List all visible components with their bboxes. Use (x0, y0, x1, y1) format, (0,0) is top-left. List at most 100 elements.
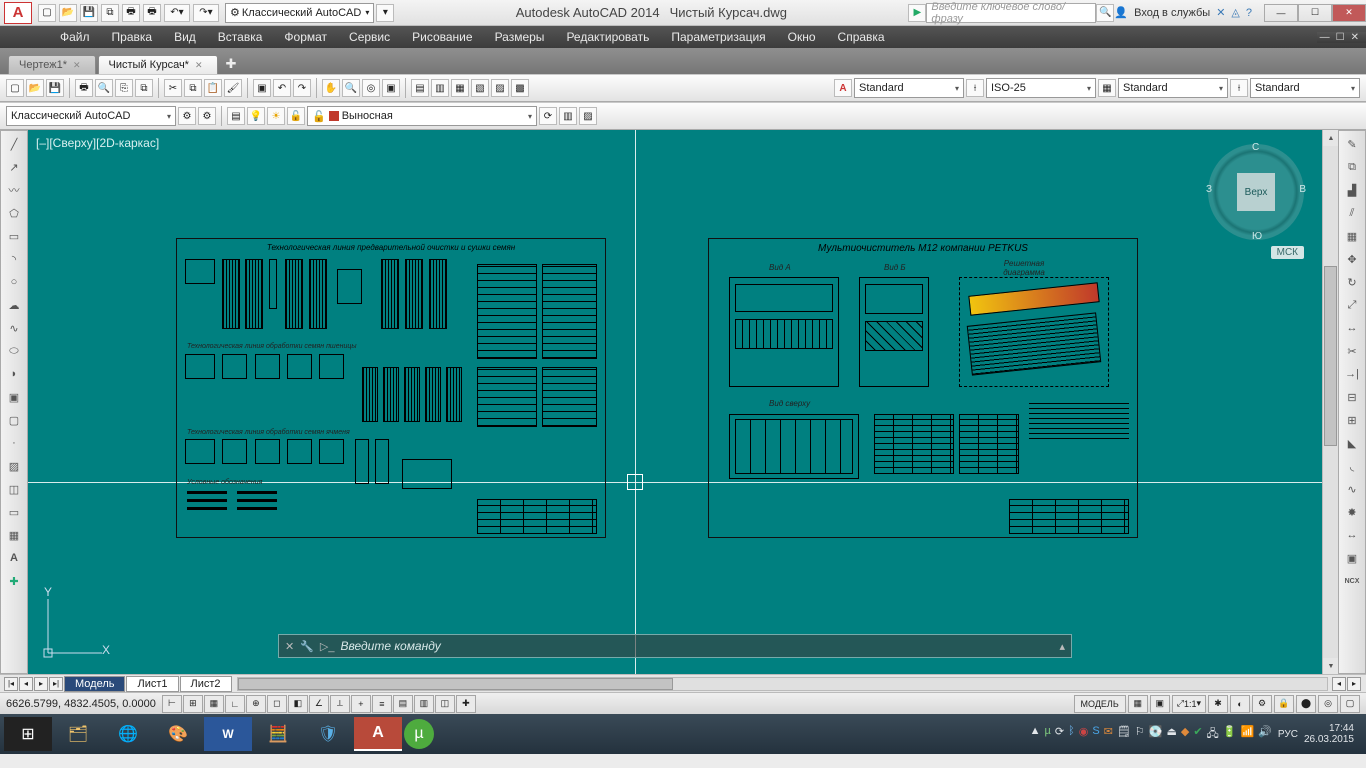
tray-action-icon[interactable]: ⚐ (1135, 725, 1145, 744)
tray-skype-icon[interactable]: S (1092, 725, 1099, 744)
dyn-icon[interactable]: + (351, 695, 371, 713)
polar-icon[interactable]: ⊕ (246, 695, 266, 713)
layer-on-icon[interactable]: 💡 (247, 107, 265, 125)
start-button[interactable]: ⊞ (4, 717, 52, 751)
tray-up-icon[interactable]: ▲ (1030, 725, 1041, 744)
workspace-dropdown-2[interactable]: Классический AutoCAD▾ (6, 106, 176, 126)
hscroll-left[interactable]: ◂ (1332, 677, 1346, 691)
search-go-icon[interactable]: 🔍 (1096, 4, 1114, 22)
menu-modify[interactable]: Редактировать (556, 28, 659, 46)
zoom-icon[interactable]: 🔍 (342, 79, 360, 97)
tpy-icon[interactable]: ▤ (393, 695, 413, 713)
qat-redo-icon[interactable]: ↷▾ (193, 4, 219, 22)
ellipse-arc-icon[interactable]: ◗ (3, 363, 25, 385)
layer-dropdown[interactable]: 🔓 Выносная ▾ (307, 106, 537, 126)
layer-state-icon[interactable]: ⟳ (539, 107, 557, 125)
undo-icon[interactable]: ↶ (273, 79, 291, 97)
layout2-tab[interactable]: Лист2 (180, 676, 232, 692)
close-icon[interactable]: ✕ (195, 60, 203, 71)
tray-net-icon[interactable]: 🖧 (1207, 725, 1219, 744)
menu-window[interactable]: Окно (778, 28, 826, 46)
block-editor-icon[interactable]: ▣ (253, 79, 271, 97)
tray-av-icon[interactable]: ◉ (1079, 725, 1089, 744)
menu-parametric[interactable]: Параметризация (661, 28, 775, 46)
showmotion-icon[interactable]: ▣ (382, 79, 400, 97)
properties-icon[interactable]: ▤ (411, 79, 429, 97)
sheetset-icon[interactable]: ▥ (431, 79, 449, 97)
blend-icon[interactable]: ∿ (1341, 478, 1363, 500)
mirror-icon[interactable]: ▟ (1341, 179, 1363, 201)
ws-settings-icon-2[interactable]: ⚙ (198, 107, 216, 125)
rectangle-icon[interactable]: ▭ (3, 225, 25, 247)
trim-icon[interactable]: ✂ (1341, 340, 1363, 362)
menu-tools[interactable]: Сервис (339, 28, 400, 46)
scroll-thumb[interactable] (1324, 266, 1337, 446)
otrack-icon[interactable]: ∠ (309, 695, 329, 713)
ducs-icon[interactable]: ⟂ (330, 695, 350, 713)
close-icon[interactable]: ✕ (73, 60, 81, 71)
ellipse-icon[interactable]: ⬭ (3, 340, 25, 362)
tab-last[interactable]: ▸| (49, 677, 63, 691)
close-button[interactable]: ✕ (1332, 4, 1366, 22)
3ddwf-icon[interactable]: ⧉ (135, 79, 153, 97)
grid-icon[interactable]: ▦ (204, 695, 224, 713)
qat-saveas-icon[interactable]: ⧉ (101, 4, 119, 22)
search-input[interactable]: Введите ключевое слово/фразу (926, 3, 1096, 23)
viewcube-s[interactable]: Ю (1252, 231, 1262, 242)
tray-ut-icon[interactable]: µ (1045, 725, 1051, 744)
scroll-down-icon[interactable]: ▼ (1323, 658, 1339, 674)
doc-tab-2[interactable]: Чистый Курсач* ✕ (98, 55, 218, 74)
coords[interactable]: 6626.5799, 4832.4505, 0.0000 (6, 698, 156, 710)
multileader-style-dropdown[interactable]: Standard▾ (1250, 78, 1360, 98)
lwt-icon[interactable]: ≡ (372, 695, 392, 713)
isolate-icon[interactable]: ◎ (1318, 695, 1338, 713)
explorer-icon[interactable]: 🗂 (54, 717, 102, 751)
mdi-min[interactable]: — (1317, 32, 1333, 43)
new-icon[interactable]: ▢ (6, 79, 24, 97)
join-icon[interactable]: ⊞ (1341, 409, 1363, 431)
tray-disk-icon[interactable]: 💽 (1149, 725, 1163, 744)
mdi-restore[interactable]: ☐ (1333, 32, 1348, 43)
mtext-icon[interactable]: A (3, 547, 25, 569)
tablestyle-icon[interactable]: ▦ (1098, 79, 1116, 97)
qat-open-icon[interactable]: 📂 (59, 4, 77, 22)
copy-obj-icon[interactable]: ⧉ (1341, 156, 1363, 178)
ncopy-icon[interactable]: NCX (1341, 570, 1363, 592)
spline-icon[interactable]: ∿ (3, 317, 25, 339)
workspace-dropdown[interactable]: ⚙ Классический AutoCAD ▾ (225, 3, 374, 23)
tray-gpu-icon[interactable]: ◆ (1181, 725, 1189, 744)
layer-prop-icon[interactable]: ▤ (227, 107, 245, 125)
minimize-button[interactable]: — (1264, 4, 1298, 22)
annoauto-icon[interactable]: ✱ (1208, 695, 1228, 713)
viewcube[interactable]: Верх С Ю З В (1208, 144, 1304, 240)
new-tab-button[interactable]: ✚ (220, 54, 243, 74)
open-icon[interactable]: 📂 (26, 79, 44, 97)
break-icon[interactable]: ⊟ (1341, 386, 1363, 408)
calc-icon[interactable]: 🧮 (254, 717, 302, 751)
autocad-task-icon[interactable]: A (354, 717, 402, 751)
markup-icon[interactable]: ▨ (491, 79, 509, 97)
make-block-icon[interactable]: ▢ (3, 409, 25, 431)
tray-update-icon[interactable]: ⟳ (1055, 725, 1064, 744)
tray-eject-icon[interactable]: ⏏ (1166, 725, 1176, 744)
paint-icon[interactable]: 🎨 (154, 717, 202, 751)
plot-icon[interactable]: 🖶 (75, 79, 93, 97)
clean-screen-icon[interactable]: ▢ (1340, 695, 1360, 713)
sc-icon[interactable]: ◫ (435, 695, 455, 713)
tray-sec-icon[interactable]: ✔ (1193, 725, 1202, 744)
ortho-icon[interactable]: ∟ (225, 695, 245, 713)
hardware-accel-icon[interactable]: ⬤ (1296, 695, 1316, 713)
qat-more-icon[interactable]: ▾ (376, 4, 394, 22)
tab-prev[interactable]: ◂ (19, 677, 33, 691)
calc-icon[interactable]: ▧ (471, 79, 489, 97)
explode-icon[interactable]: ✸ (1341, 501, 1363, 523)
menu-edit[interactable]: Правка (102, 28, 163, 46)
addselect-icon[interactable]: ✚ (3, 570, 25, 592)
layer-freeze-icon[interactable]: ☀ (267, 107, 285, 125)
area-icon[interactable]: ▣ (1341, 547, 1363, 569)
tray-mail-icon[interactable]: ✉ (1104, 725, 1113, 744)
user-icon[interactable]: 👤 (1114, 6, 1128, 19)
help-icon[interactable]: ? (1246, 7, 1252, 19)
pline-icon[interactable]: 〰 (3, 179, 25, 201)
toolpalettes-icon[interactable]: ▦ (451, 79, 469, 97)
